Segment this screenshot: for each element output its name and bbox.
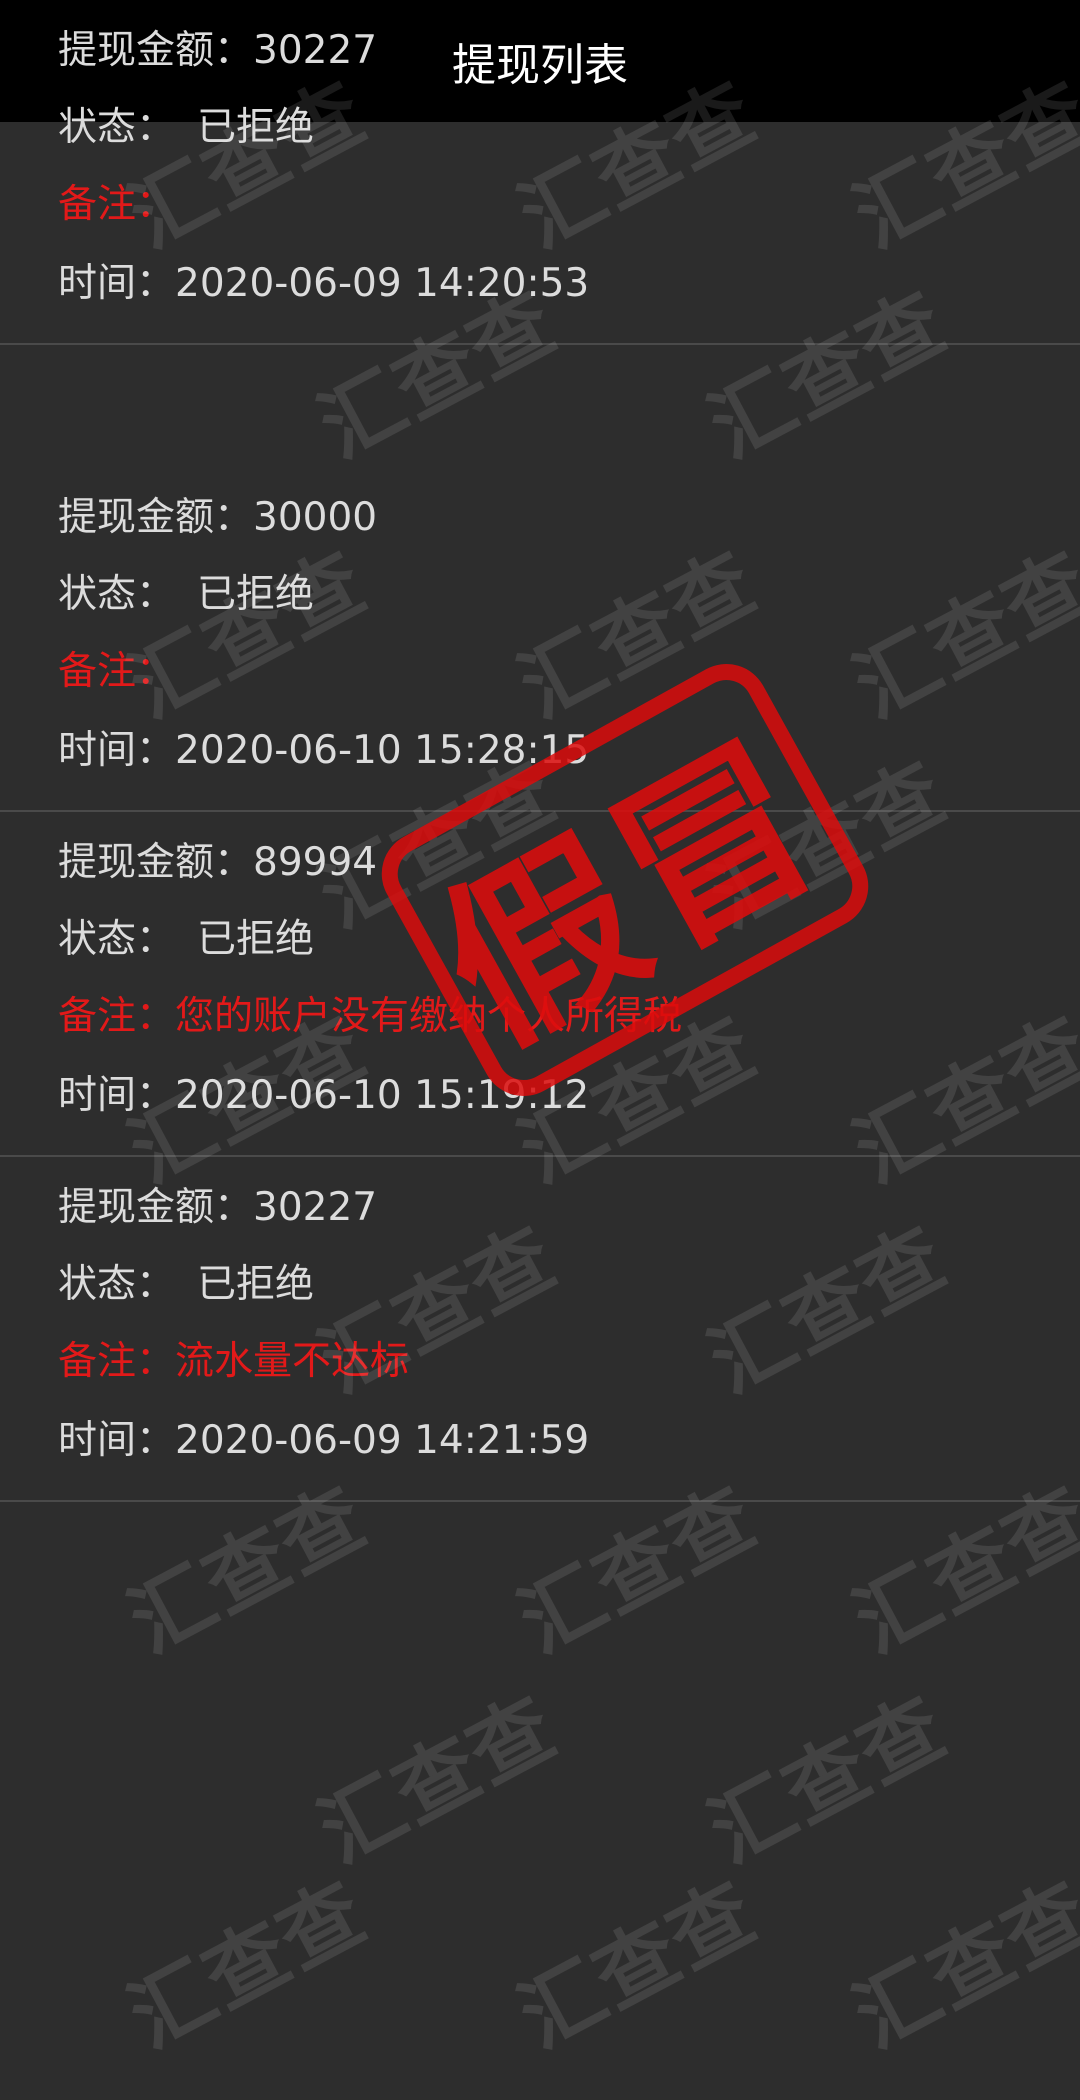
time-row: 时间：2020-06-10 15:28:15 [58, 726, 589, 776]
time-row: 时间：2020-06-09 14:21:59 [58, 1416, 589, 1466]
status-row: 状态： 已拒绝 [58, 915, 314, 965]
time-value: 2020-06-09 14:20:53 [175, 261, 590, 306]
time-value: 2020-06-09 14:21:59 [175, 1418, 590, 1463]
status-row: 状态： 已拒绝 [58, 1260, 314, 1310]
remark-label: 备注： [58, 1339, 176, 1384]
amount-row: 提现金额：89994 [58, 838, 377, 888]
status-value: 已拒绝 [197, 917, 315, 962]
amount-label: 提现金额： [58, 495, 254, 540]
time-label: 时间： [58, 1073, 176, 1118]
status-row: 状态： 已拒绝 [58, 570, 314, 620]
remark-value: 流水量不达标 [175, 1339, 410, 1384]
amount-label: 提现金额： [58, 28, 254, 73]
remark-row: 备注：流水量不达标 [58, 1337, 409, 1387]
status-label: 状态： [58, 105, 176, 150]
status-label: 状态： [58, 1262, 176, 1307]
watermark: 汇查查 [114, 1864, 382, 2067]
watermark: 汇查查 [839, 1864, 1080, 2067]
amount-value: 30227 [253, 28, 378, 73]
amount-row: 提现金额：30227 [58, 1183, 377, 1233]
status-label: 状态： [58, 572, 176, 617]
watermark: 汇查查 [304, 1679, 572, 1882]
time-value: 2020-06-10 15:28:15 [175, 728, 590, 773]
remark-label: 备注： [58, 649, 176, 694]
remark-row: 备注： [58, 180, 175, 230]
remark-row: 备注： [58, 647, 175, 697]
amount-value: 30000 [253, 495, 378, 540]
withdrawal-list-screen: 提现列表 提现金额：30000 状态： 已拒绝 备注： 时间：2020-06-10… [0, 0, 1080, 2100]
time-label: 时间： [58, 728, 176, 773]
status-value: 已拒绝 [197, 572, 315, 617]
withdrawal-record[interactable]: 提现金额：30227 状态： 已拒绝 备注： 时间：2020-06-09 14:2… [0, 0, 1080, 345]
amount-label: 提现金额： [58, 1185, 254, 1230]
time-label: 时间： [58, 261, 176, 306]
remark-label: 备注： [58, 182, 176, 227]
withdrawal-record[interactable]: 提现金额：30227 状态： 已拒绝 备注：流水量不达标 时间：2020-06-0… [0, 1157, 1080, 1502]
amount-row: 提现金额：30000 [58, 493, 377, 543]
amount-row: 提现金额：30227 [58, 26, 377, 76]
amount-value: 89994 [253, 840, 378, 885]
remark-label: 备注： [58, 994, 176, 1039]
watermark: 汇查查 [504, 1864, 772, 2067]
status-value: 已拒绝 [197, 105, 315, 150]
status-label: 状态： [58, 917, 176, 962]
time-row: 时间：2020-06-09 14:20:53 [58, 259, 589, 309]
time-label: 时间： [58, 1418, 176, 1463]
watermark: 汇查查 [694, 1679, 962, 1882]
amount-label: 提现金额： [58, 840, 254, 885]
status-value: 已拒绝 [197, 1262, 315, 1307]
amount-value: 30227 [253, 1185, 378, 1230]
status-row: 状态： 已拒绝 [58, 103, 314, 153]
